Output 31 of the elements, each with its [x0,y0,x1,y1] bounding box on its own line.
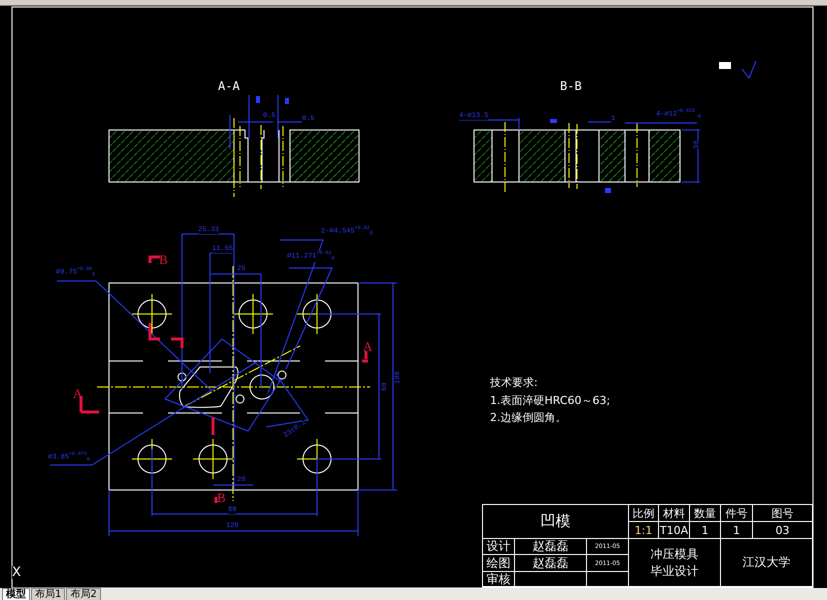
section-marker-label: B [217,491,226,504]
staff-name: 赵磊磊 [515,555,587,572]
title-block-header: 数量 [690,505,721,522]
title-block-header: 图号 [753,505,812,522]
staff-role: 绘图 [483,555,515,572]
staff-name: 赵磊磊 [515,539,587,555]
requirements-title: 技术要求: [490,375,538,390]
title-block-header: 材料 [659,505,690,522]
section-marker-label: A [363,340,372,353]
layout-tab[interactable]: 模型 [2,588,30,600]
section-view-title: B-B [560,79,582,93]
section-marker-label: B [159,253,168,266]
requirement-text: 2.边缘倒圆角。 [490,410,566,425]
ucs-axis-label: X [12,566,21,579]
staff-role: 设计 [483,539,515,555]
layout-tab[interactable]: 布局2 [66,588,101,600]
surface-roughness-icon [719,60,756,79]
layout-tab[interactable]: 布局1 [31,588,66,600]
school-name: 江汉大学 [721,539,812,587]
requirement-text: 1.表面淬硬HRC60～63; [490,393,610,408]
title-block-header: 件号 [721,505,753,522]
title-block-value: 1 [721,522,753,539]
part-name: 凹模 [483,505,629,539]
section-view-title: A-A [218,79,240,93]
staff-role: 审核 [483,572,515,587]
title-block-header: 比例 [629,505,659,522]
title-block-value: 1:1 [629,522,659,539]
title-block-value: T10A [659,522,690,539]
title-block-value: 1 [690,522,721,539]
title-block-value: 03 [753,522,812,539]
project-name: 冲压模具 毕业设计 [629,539,721,587]
